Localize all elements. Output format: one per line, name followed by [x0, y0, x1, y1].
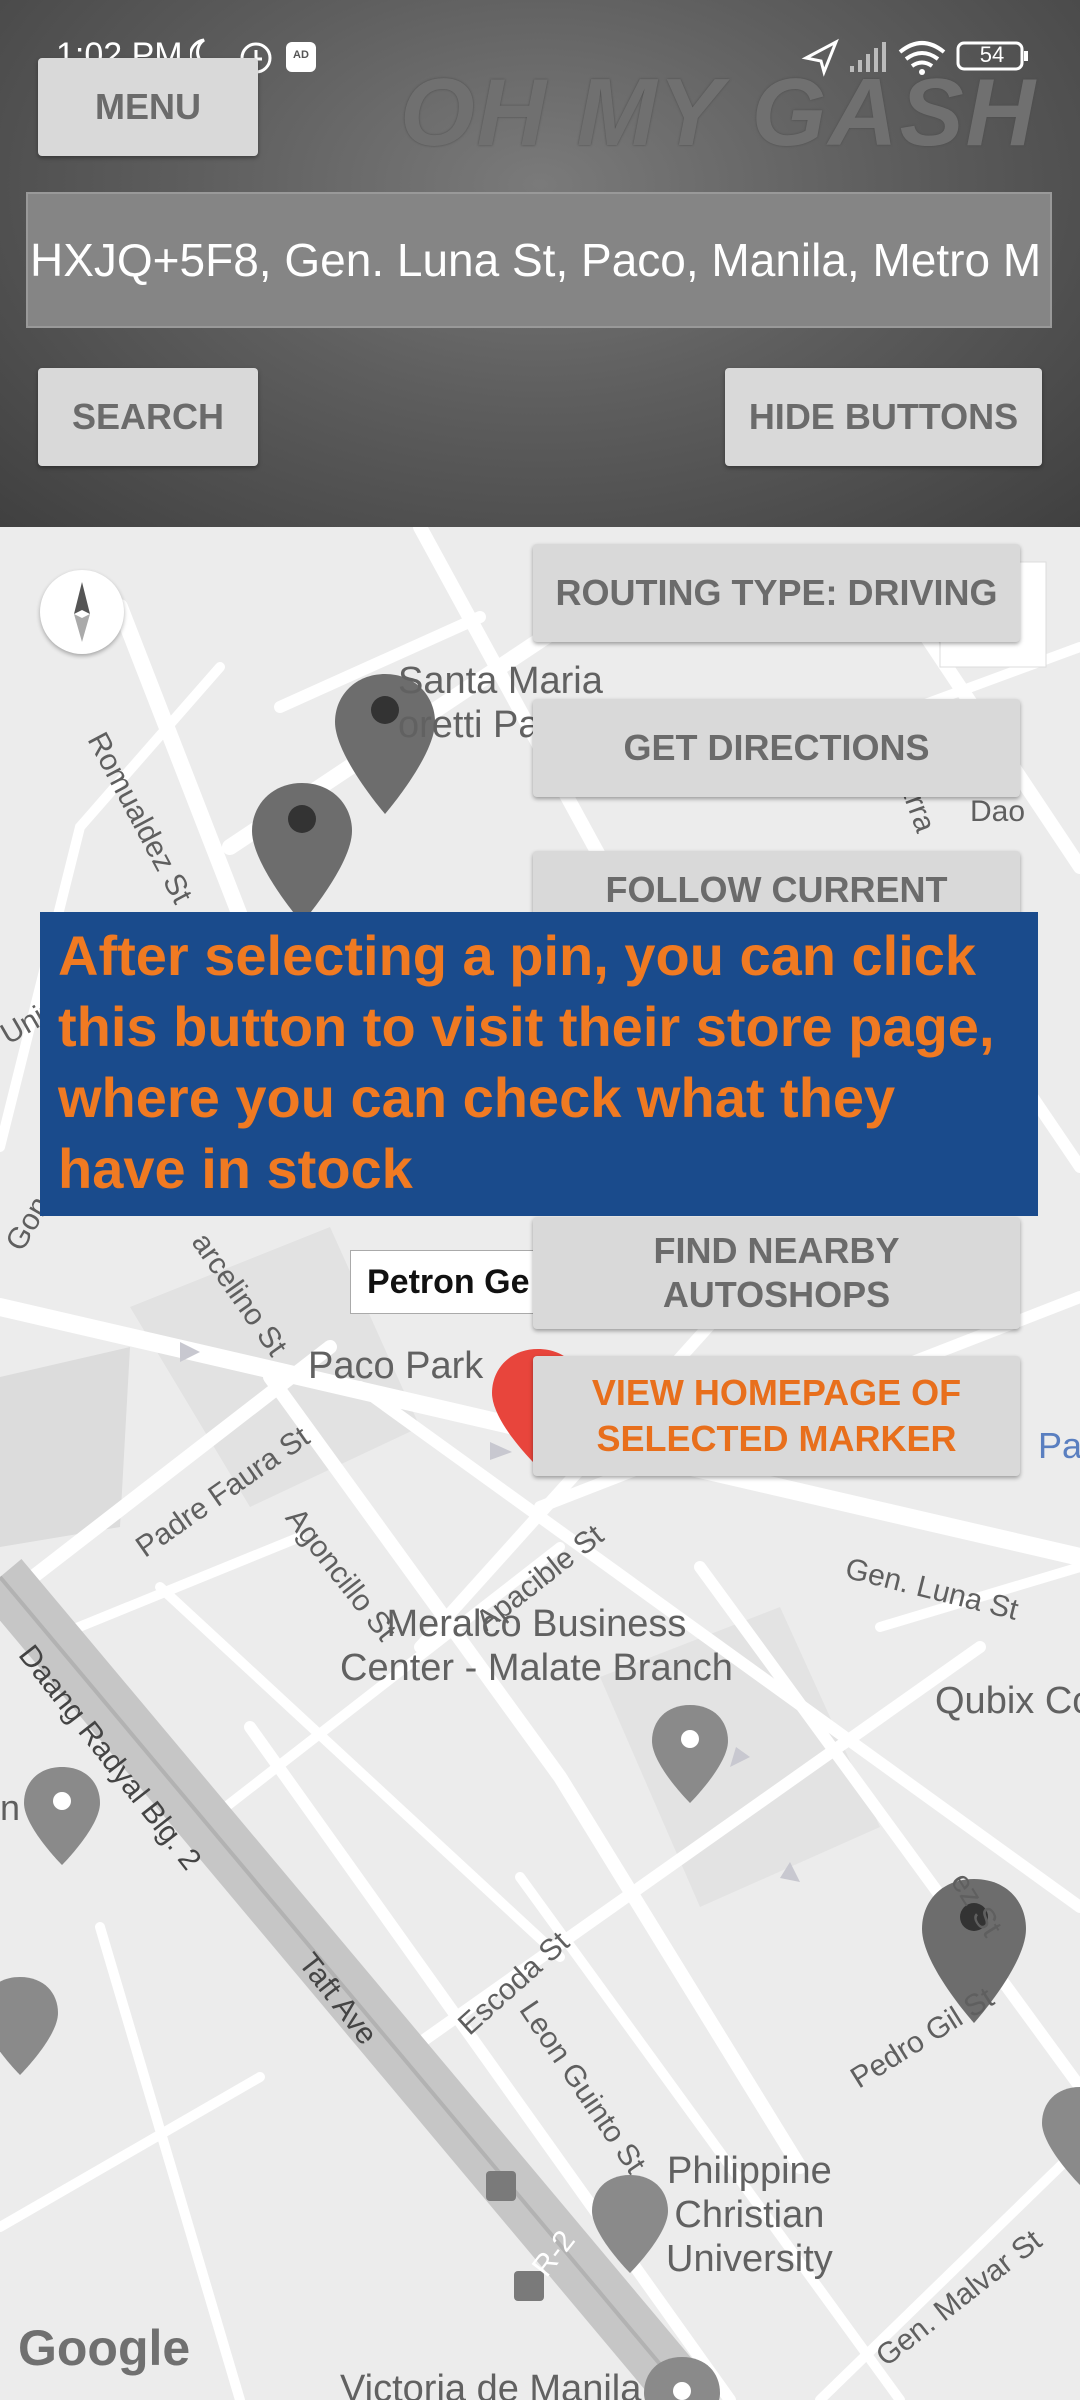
search-input[interactable]: HXJQ+5F8, Gen. Luna St, Paco, Manila, Me…	[26, 192, 1052, 328]
view-homepage-line1: VIEW HOMEPAGE OF	[591, 1372, 962, 1413]
map-view[interactable]: Santa Maria oretti Pa Romualdez St Dao a…	[0, 527, 1080, 2400]
follow-current-label: FOLLOW CURRENT	[605, 869, 948, 910]
map-label-line: University	[666, 2238, 833, 2280]
map-label-line: Meralco Business	[386, 1603, 687, 1645]
search-button[interactable]: SEARCH	[38, 368, 258, 466]
get-directions-button[interactable]: GET DIRECTIONS	[533, 699, 1020, 797]
menu-button[interactable]: MENU	[38, 58, 258, 156]
find-nearby-line1: FIND NEARBY	[653, 1230, 900, 1271]
find-nearby-autoshops-button[interactable]: FIND NEARBY AUTOSHOPS	[533, 1217, 1020, 1329]
svg-text:AD: AD	[293, 49, 309, 61]
map-label-pcu: Philippine Christian University	[666, 2149, 833, 2281]
map-label-dao: Dao	[970, 795, 1026, 828]
adblock-icon: AD	[286, 42, 316, 72]
map-label-line: Christian	[674, 2194, 825, 2236]
view-homepage-line2: SELECTED MARKER	[596, 1418, 957, 1459]
map-label-victoria: Victoria de Manila	[340, 2368, 642, 2400]
map-label-pa: Pa	[1038, 1425, 1080, 1466]
map-label-qubix: Qubix Co	[935, 1680, 1080, 1722]
find-nearby-line2: AUTOSHOPS	[662, 1274, 891, 1315]
view-homepage-button[interactable]: VIEW HOMEPAGE OF SELECTED MARKER	[533, 1356, 1020, 1476]
map-label-n: n	[0, 1787, 21, 1828]
map-label-line: Santa Maria	[398, 660, 603, 702]
map-label-meralco: Meralco Business Center - Malate Branch	[340, 1602, 733, 1690]
google-logo: Google	[18, 2320, 191, 2376]
routing-type-button[interactable]: ROUTING TYPE: DRIVING	[533, 544, 1020, 642]
compass-button[interactable]	[40, 570, 124, 654]
map-label-line: Center - Malate Branch	[340, 1647, 733, 1689]
tutorial-tooltip: After selecting a pin, you can click thi…	[40, 912, 1038, 1216]
map-label-paco-park: Paco Park	[308, 1345, 484, 1387]
search-input-value: HXJQ+5F8, Gen. Luna St, Paco, Manila, Me…	[30, 234, 1042, 286]
hide-buttons-button[interactable]: HIDE BUTTONS	[725, 368, 1042, 466]
app-title: OH MY GASH	[400, 59, 1037, 166]
map-label-line: Philippine	[667, 2150, 832, 2192]
app-header: 1:02 PM AD 54 OH MY GASH MENU HXJQ+5F8, …	[0, 0, 1080, 527]
compass-icon	[74, 582, 90, 642]
